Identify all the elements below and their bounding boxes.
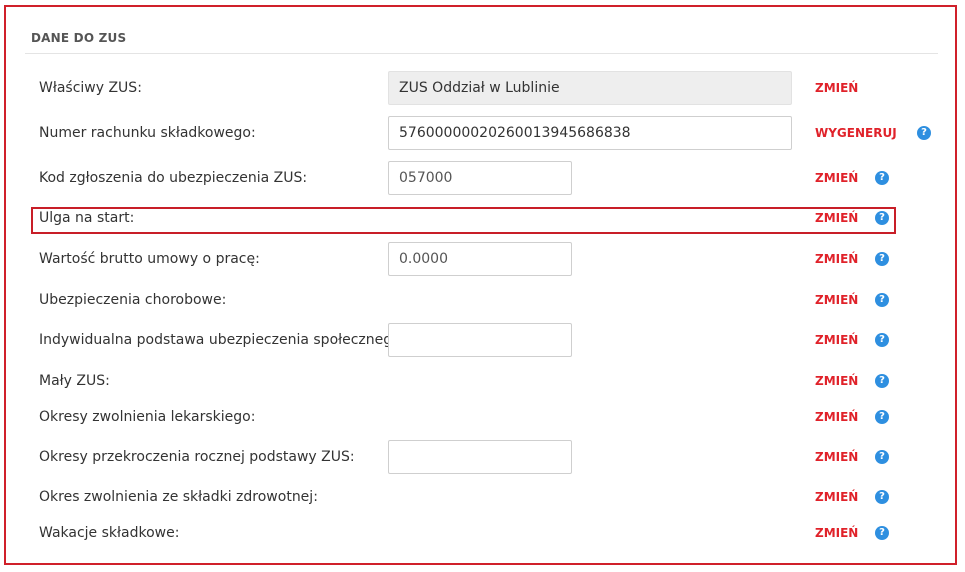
section-divider xyxy=(25,53,938,54)
row-label: Ubezpieczenia chorobowe: xyxy=(39,292,227,308)
row-label: Kod zgłoszenia do ubezpieczenia ZUS: xyxy=(39,170,308,186)
row-numer-rachunku: Numer rachunku składkowego: 576000000202… xyxy=(0,113,965,153)
row-label: Indywidualna podstawa ubezpieczenia społ… xyxy=(39,332,406,348)
row-zwolnienie-zdrowotna: Okres zwolnienia ze składki zdrowotnej: … xyxy=(0,477,965,517)
change-sickness-insurance-button[interactable]: ZMIEŃ xyxy=(815,293,858,307)
help-icon[interactable]: ? xyxy=(875,171,889,185)
row-wakacje-skladkowe: Wakacje składkowe: ZMIEŃ ? xyxy=(0,513,965,553)
exceeded-base-field[interactable] xyxy=(388,440,572,474)
row-label: Okresy przekroczenia rocznej podstawy ZU… xyxy=(39,449,355,465)
row-label: Wakacje składkowe: xyxy=(39,525,180,541)
help-icon[interactable]: ? xyxy=(917,126,931,140)
change-sick-leave-button[interactable]: ZMIEŃ xyxy=(815,410,858,424)
row-label: Mały ZUS: xyxy=(39,373,110,389)
change-zus-office-button[interactable]: ZMIEŃ xyxy=(815,81,858,95)
generate-account-button[interactable]: WYGENERUJ xyxy=(815,126,897,140)
row-zwolnienia-lekarskie: Okresy zwolnienia lekarskiego: ZMIEŃ ? xyxy=(0,397,965,437)
change-contribution-holiday-button[interactable]: ZMIEŃ xyxy=(815,526,858,540)
change-gross-salary-button[interactable]: ZMIEŃ xyxy=(815,252,858,266)
row-maly-zus: Mały ZUS: ZMIEŃ ? xyxy=(0,361,965,401)
row-label: Okres zwolnienia ze składki zdrowotnej: xyxy=(39,489,318,505)
row-label: Okresy zwolnienia lekarskiego: xyxy=(39,409,256,425)
row-label: Właściwy ZUS: xyxy=(39,80,142,96)
row-wlasciwy-zus: Właściwy ZUS: ZUS Oddział w Lublinie ZMI… xyxy=(0,68,965,108)
help-icon[interactable]: ? xyxy=(875,293,889,307)
change-health-exemption-button[interactable]: ZMIEŃ xyxy=(815,490,858,504)
section-title: DANE DO ZUS xyxy=(31,31,127,45)
gross-salary-field[interactable]: 0.0000 xyxy=(388,242,572,276)
help-icon[interactable]: ? xyxy=(875,410,889,424)
help-icon[interactable]: ? xyxy=(875,490,889,504)
change-registration-code-button[interactable]: ZMIEŃ xyxy=(815,171,858,185)
individual-base-field[interactable] xyxy=(388,323,572,357)
highlight-box xyxy=(31,207,896,234)
row-przekroczenia-podstawy: Okresy przekroczenia rocznej podstawy ZU… xyxy=(0,437,965,477)
help-icon[interactable]: ? xyxy=(875,252,889,266)
help-icon[interactable]: ? xyxy=(875,526,889,540)
row-wartosc-brutto: Wartość brutto umowy o pracę: 0.0000 ZMI… xyxy=(0,239,965,279)
help-icon[interactable]: ? xyxy=(875,450,889,464)
change-exceeded-base-button[interactable]: ZMIEŃ xyxy=(815,450,858,464)
row-ubezpieczenia-chorobowe: Ubezpieczenia chorobowe: ZMIEŃ ? xyxy=(0,280,965,320)
account-number-field[interactable]: 57600000020260013945686838 xyxy=(388,116,792,150)
row-kod-zgloszenia: Kod zgłoszenia do ubezpieczenia ZUS: 057… xyxy=(0,158,965,198)
row-label: Numer rachunku składkowego: xyxy=(39,125,256,141)
zus-office-field: ZUS Oddział w Lublinie xyxy=(388,71,792,105)
change-individual-base-button[interactable]: ZMIEŃ xyxy=(815,333,858,347)
help-icon[interactable]: ? xyxy=(875,374,889,388)
registration-code-field[interactable]: 057000 xyxy=(388,161,572,195)
row-label: Wartość brutto umowy o pracę: xyxy=(39,251,260,267)
change-maly-zus-button[interactable]: ZMIEŃ xyxy=(815,374,858,388)
help-icon[interactable]: ? xyxy=(875,333,889,347)
row-indywidualna-podstawa: Indywidualna podstawa ubezpieczenia społ… xyxy=(0,320,965,360)
